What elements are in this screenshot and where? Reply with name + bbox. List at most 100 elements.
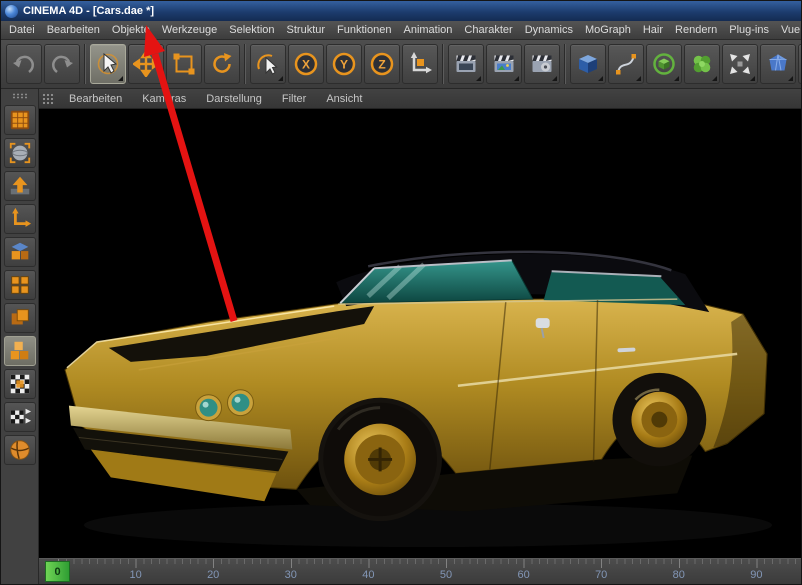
live-selection-button[interactable] xyxy=(90,44,126,84)
rotate-tool-button[interactable] xyxy=(204,44,240,84)
object-axis-mode-button[interactable] xyxy=(3,204,36,234)
checkerboard-icon xyxy=(10,374,29,394)
sphere-cluster-icon xyxy=(693,55,711,73)
menu-item-rendern[interactable]: Rendern xyxy=(669,21,723,39)
points-mode-button[interactable] xyxy=(3,270,36,300)
timeline-major-ticks xyxy=(58,559,801,568)
coordinate-system-button[interactable] xyxy=(402,44,438,84)
simulation-ball-button[interactable] xyxy=(3,435,36,465)
lock-y-axis-button[interactable]: Y xyxy=(326,44,362,84)
viewport-menu-bearbeiten[interactable]: Bearbeiten xyxy=(59,93,132,105)
uv-edit-mode-button[interactable] xyxy=(3,402,36,432)
z-axis-icon: Z xyxy=(370,52,394,76)
current-frame-label: 0 xyxy=(54,565,61,578)
scale-icon xyxy=(173,53,195,75)
lock-z-axis-button[interactable]: Z xyxy=(364,44,400,84)
last-used-tool-button[interactable] xyxy=(250,44,286,84)
scale-tool-button[interactable] xyxy=(166,44,202,84)
add-cube-button[interactable] xyxy=(570,44,606,84)
main-toolbar: X Y Z xyxy=(1,40,801,89)
basketball-icon xyxy=(9,440,30,460)
toolbar-separator xyxy=(82,44,88,84)
menu-item-charakter[interactable]: Charakter xyxy=(458,21,518,39)
menu-item-datei[interactable]: Datei xyxy=(3,21,41,39)
palette-grip-handle[interactable] xyxy=(11,93,28,99)
toolbar-separator xyxy=(440,44,446,84)
undo-button[interactable] xyxy=(6,44,42,84)
toolbar-separator xyxy=(242,44,248,84)
viewport-menu-darstellung[interactable]: Darstellung xyxy=(196,93,272,105)
menu-item-bearbeiten[interactable]: Bearbeiten xyxy=(41,21,106,39)
edit-render-settings-button[interactable] xyxy=(524,44,560,84)
redo-button[interactable] xyxy=(44,44,80,84)
window-title: CINEMA 4D - [Cars.dae *] xyxy=(23,5,155,17)
menu-item-animation[interactable]: Animation xyxy=(397,21,458,39)
move-tool-button[interactable] xyxy=(128,44,164,84)
clapperboard-icon xyxy=(456,55,476,72)
left-toolbar xyxy=(1,89,39,584)
app-logo-icon xyxy=(5,4,18,18)
gem-icon xyxy=(769,54,787,71)
add-generator-button[interactable] xyxy=(646,44,682,84)
menu-item-objekte[interactable]: Objekte xyxy=(106,21,156,39)
menu-item-selektion[interactable]: Selektion xyxy=(223,21,280,39)
polygons-mode-button[interactable] xyxy=(3,336,36,366)
svg-text:Z: Z xyxy=(378,58,385,72)
axis-corner-icon xyxy=(11,207,31,227)
cube-cluster-icon xyxy=(10,341,28,360)
x-axis-icon: X xyxy=(294,52,318,76)
svg-text:X: X xyxy=(302,58,310,72)
add-mograph-button[interactable] xyxy=(684,44,720,84)
menu-item-mograph[interactable]: MoGraph xyxy=(579,21,637,39)
tick-label: 90 xyxy=(750,569,763,581)
model-mode-button[interactable] xyxy=(3,138,36,168)
rotate-icon xyxy=(213,53,232,73)
menu-item-werkzeuge[interactable]: Werkzeuge xyxy=(156,21,223,39)
crossed-arrows-icon xyxy=(730,54,750,74)
make-editable-button[interactable] xyxy=(3,105,36,135)
menu-item-funktionen[interactable]: Funktionen xyxy=(331,21,397,39)
menu-item-plugins[interactable]: Plug-ins xyxy=(723,21,775,39)
undo-icon xyxy=(13,55,34,73)
edges-mode-button[interactable] xyxy=(3,303,36,333)
coordinate-axes-icon xyxy=(410,52,432,74)
selection-cursor-icon xyxy=(97,52,119,75)
tick-label: 40 xyxy=(362,569,375,581)
add-deformer-button[interactable] xyxy=(722,44,758,84)
viewport-grip-handle[interactable] xyxy=(42,92,55,105)
viewport-menu-filter[interactable]: Filter xyxy=(272,93,316,105)
add-spline-button[interactable] xyxy=(608,44,644,84)
viewport[interactable] xyxy=(39,109,801,558)
generator-icon xyxy=(653,53,675,75)
car-render xyxy=(64,250,773,548)
menu-item-struktur[interactable]: Struktur xyxy=(281,21,332,39)
menu-item-hair[interactable]: Hair xyxy=(637,21,669,39)
toolbar-separator xyxy=(562,44,568,84)
checker-arrows-icon xyxy=(10,408,31,424)
clapperboard-picture-icon xyxy=(494,55,514,72)
viewport-menu-ansicht[interactable]: Ansicht xyxy=(316,93,372,105)
spline-icon xyxy=(616,54,636,75)
tick-label: 80 xyxy=(672,569,685,581)
lock-x-axis-button[interactable]: X xyxy=(288,44,324,84)
add-scene-object-button[interactable] xyxy=(760,44,796,84)
timeline-ruler[interactable]: 0 10 20 30 40 50 60 70 80 90 xyxy=(39,558,801,584)
current-frame-marker[interactable]: 0 xyxy=(45,561,70,582)
tool-cursor-icon xyxy=(257,54,278,75)
waffle-grid-icon xyxy=(10,110,29,130)
texture-mode-button[interactable] xyxy=(3,171,36,201)
menu-item-vue[interactable]: Vue xyxy=(775,21,801,39)
menu-item-dynamics[interactable]: Dynamics xyxy=(519,21,579,39)
toolbar-button-clipped[interactable] xyxy=(798,44,801,84)
tick-label: 50 xyxy=(439,569,453,581)
render-view-button[interactable] xyxy=(448,44,484,84)
viewport-menu-kameras[interactable]: Kameras xyxy=(132,93,196,105)
render-to-picture-viewer-button[interactable] xyxy=(486,44,522,84)
viewport-menu-bar: Bearbeiten Kameras Darstellung Filter An… xyxy=(39,89,801,109)
blocks-icon xyxy=(11,242,28,260)
workplane-mode-button[interactable] xyxy=(3,237,36,267)
svg-text:Y: Y xyxy=(340,58,348,72)
texture-paint-mode-button[interactable] xyxy=(3,369,36,399)
arrow-up-plane-icon xyxy=(10,176,29,195)
tick-label: 60 xyxy=(517,569,530,581)
